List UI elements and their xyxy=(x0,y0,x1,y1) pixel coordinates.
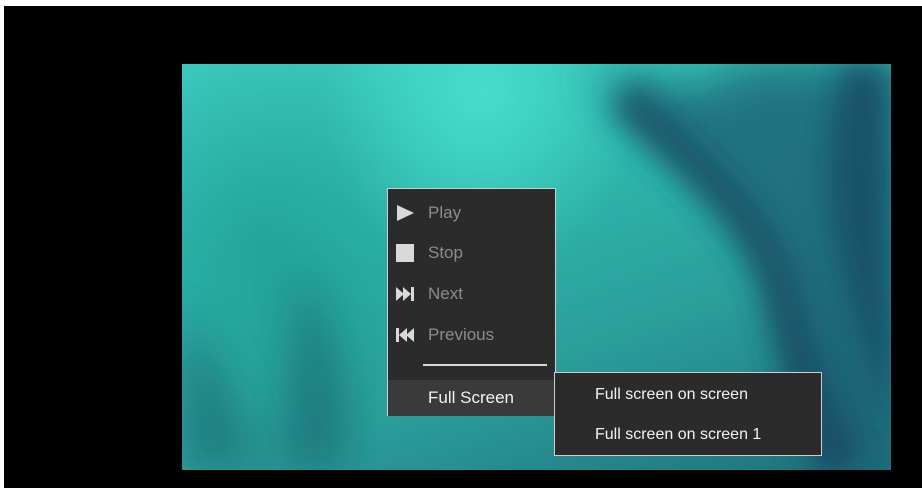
menu-item-label: Play xyxy=(428,203,462,222)
menu-item-label: Full Screen xyxy=(428,388,514,407)
menu-item-full-screen[interactable]: Full Screen xyxy=(388,380,555,416)
menu-item-label: Next xyxy=(428,284,463,303)
next-icon xyxy=(394,284,416,304)
menu-item-stop[interactable]: Stop xyxy=(388,235,555,271)
full-screen-submenu: Full screen on screen Full screen on scr… xyxy=(554,372,822,456)
menu-item-label: Previous xyxy=(428,325,495,344)
submenu-item-label: Full screen on screen 1 xyxy=(595,426,762,443)
play-icon xyxy=(394,203,416,223)
menu-item-play[interactable]: Play xyxy=(388,195,555,231)
menu-separator xyxy=(423,364,547,366)
context-menu: Play Stop Next Previous Full Screen xyxy=(387,188,556,416)
submenu-item-full-screen-on-screen-1[interactable]: Full screen on screen 1 xyxy=(555,415,821,455)
menu-item-next[interactable]: Next xyxy=(388,276,555,312)
submenu-item-label: Full screen on screen xyxy=(595,386,748,403)
menu-item-previous[interactable]: Previous xyxy=(388,317,555,353)
previous-icon xyxy=(394,325,416,345)
stop-icon xyxy=(394,243,416,263)
submenu-item-full-screen-on-screen[interactable]: Full screen on screen xyxy=(555,375,821,415)
menu-item-label: Stop xyxy=(428,243,463,262)
